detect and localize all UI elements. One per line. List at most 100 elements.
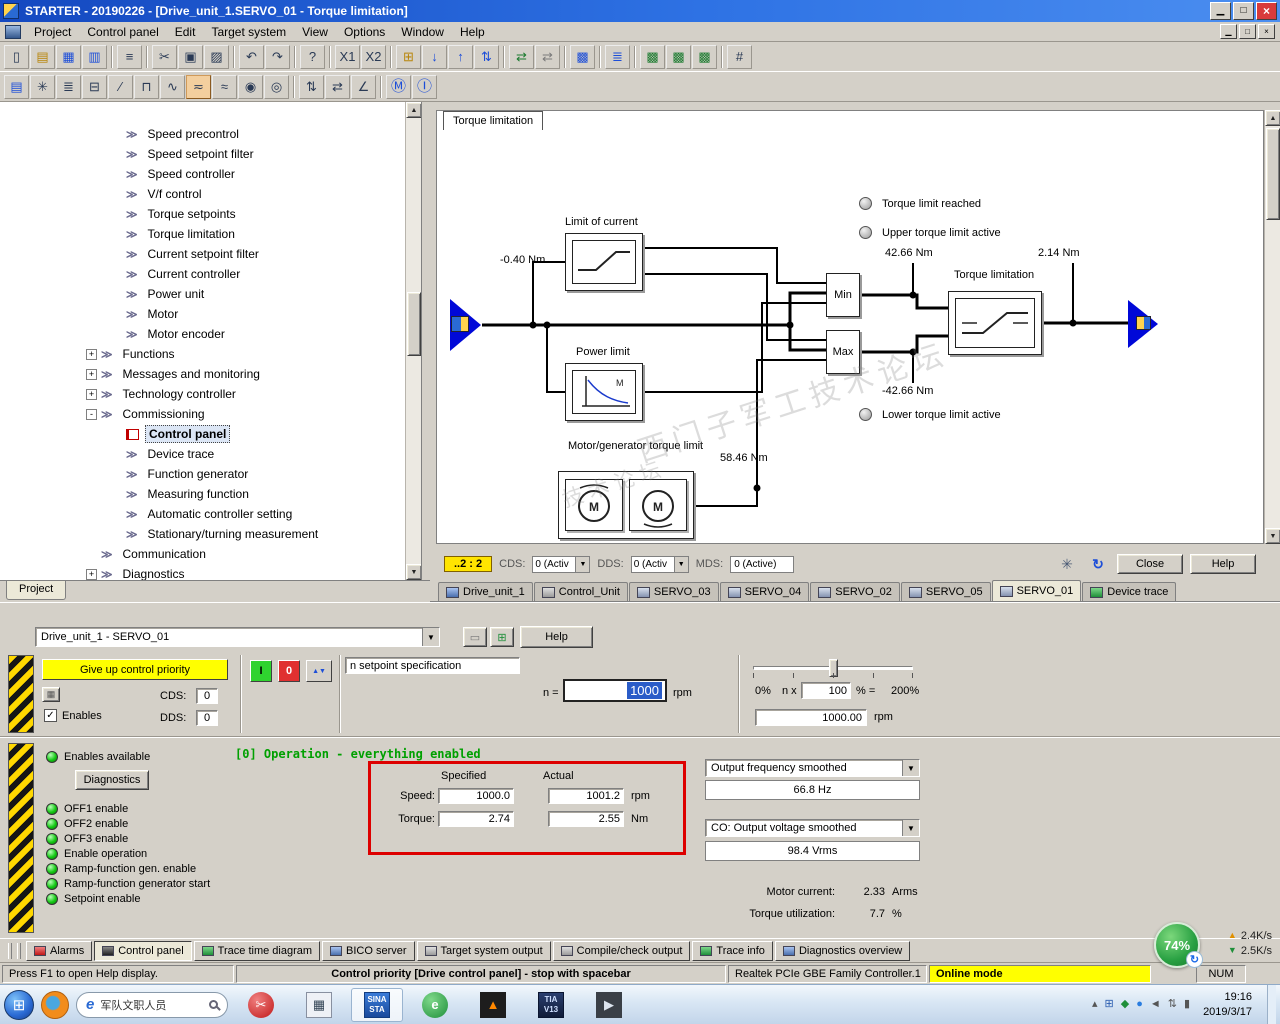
tree-item-power-unit[interactable]: ≫ Power unit bbox=[0, 284, 421, 304]
collapse-icon[interactable]: - bbox=[86, 408, 97, 420]
taskbar-search-box[interactable]: e 军队文职人员 bbox=[76, 991, 228, 1018]
project-tab[interactable]: Project bbox=[6, 581, 67, 600]
taskbar-app-calculator[interactable]: ▦ bbox=[293, 988, 345, 1022]
cut-icon[interactable]: ✂ bbox=[152, 44, 177, 69]
setpoint-specification-field[interactable]: n setpoint specification bbox=[345, 657, 520, 674]
motor-data-icon[interactable]: ◉ bbox=[238, 74, 263, 99]
min-block[interactable]: Min bbox=[826, 273, 860, 317]
dds-select[interactable]: 0 (Activ ▼ bbox=[630, 555, 689, 573]
save-archive-icon[interactable]: ▥ bbox=[82, 44, 107, 69]
ramp-generator-icon[interactable]: ∕ bbox=[108, 74, 133, 99]
save-project-icon[interactable]: ▦ bbox=[56, 44, 81, 69]
tree-scrollbar[interactable]: ▲ ▼ bbox=[405, 102, 421, 580]
diagnostics-tool-icon[interactable]: ∠ bbox=[351, 74, 376, 99]
firefox-icon[interactable] bbox=[41, 990, 69, 1019]
scroll-up-button[interactable]: ▲ bbox=[1265, 110, 1280, 126]
current-controller-icon[interactable]: ≈ bbox=[212, 74, 237, 99]
jog-buttons[interactable]: ▲▼ bbox=[306, 660, 332, 682]
menu-item-target-system[interactable]: Target system bbox=[203, 23, 294, 41]
battery-optimizer-overlay[interactable]: 74% ↻ bbox=[1154, 922, 1203, 968]
copy-ram-to-rom-icon[interactable]: ⇅ bbox=[474, 44, 499, 69]
taskbar-app-cad[interactable]: ▶ bbox=[583, 988, 635, 1022]
menu-item-help[interactable]: Help bbox=[452, 23, 493, 41]
taskbar-app-snipping[interactable]: ✂ bbox=[235, 988, 287, 1022]
view-tab-control-panel[interactable]: Control panel bbox=[94, 940, 192, 961]
tree-item-torque-limitation[interactable]: ≫ Torque limitation bbox=[0, 224, 421, 244]
connect-target-icon[interactable]: ⇄ bbox=[509, 44, 534, 69]
help-screen-button[interactable]: Help bbox=[1190, 554, 1256, 574]
tree-item-motor-encoder[interactable]: ≫ Motor encoder bbox=[0, 324, 421, 344]
view-tab-trace-time-diagram[interactable]: Trace time diagram bbox=[193, 940, 321, 961]
motor-module-icon[interactable]: Ⓜ bbox=[386, 74, 411, 99]
tray-cloud-icon[interactable]: ● bbox=[1136, 999, 1143, 1010]
drive-selector[interactable]: Drive_unit_1 - SERVO_01 ▼ bbox=[35, 627, 440, 647]
tray-sound-icon[interactable]: ◄ bbox=[1150, 999, 1161, 1010]
cds-field[interactable]: 0 bbox=[196, 688, 218, 704]
menu-item-view[interactable]: View bbox=[294, 23, 336, 41]
terminals-icon[interactable]: ⊟ bbox=[82, 74, 107, 99]
taskbar-app-tia-portal[interactable]: TIA V13 bbox=[525, 988, 577, 1022]
tree-item-device-trace[interactable]: ≫ Device trace bbox=[0, 444, 421, 464]
tree-item-messages-and-monitoring[interactable]: + ≫ Messages and monitoring bbox=[0, 364, 421, 384]
torque-limitation-icon[interactable]: ≂ bbox=[186, 74, 211, 99]
power-limit-block[interactable]: M bbox=[565, 363, 643, 421]
zoom-x1-icon[interactable]: X1 bbox=[335, 44, 360, 69]
tree-item-technology-controller[interactable]: + ≫ Technology controller bbox=[0, 384, 421, 404]
tray-network-icon[interactable]: ▮ bbox=[1184, 999, 1190, 1010]
menu-item-options[interactable]: Options bbox=[336, 23, 393, 41]
drive-tab-servo-02[interactable]: SERVO_02 bbox=[810, 582, 900, 601]
open-project-icon[interactable]: ▤ bbox=[30, 44, 55, 69]
taskbar-app-nx[interactable]: ▲ bbox=[467, 988, 519, 1022]
restore-button[interactable]: □ bbox=[1233, 2, 1254, 20]
battery-refresh-icon[interactable]: ↻ bbox=[1186, 951, 1203, 968]
close-screen-button[interactable]: Close bbox=[1117, 554, 1183, 574]
redo-icon[interactable]: ↷ bbox=[265, 44, 290, 69]
output-signal-chip-icon[interactable] bbox=[1136, 316, 1151, 330]
chevron-down-icon[interactable]: ▼ bbox=[422, 628, 439, 646]
taskbar-app-starter[interactable]: SINA STA bbox=[351, 987, 403, 1022]
download-to-target-icon[interactable]: ↓ bbox=[422, 44, 447, 69]
magnifier-icon[interactable] bbox=[209, 1000, 221, 1011]
user-management-icon[interactable]: ≣ bbox=[605, 44, 630, 69]
trace-window-icon[interactable]: ▩ bbox=[640, 44, 665, 69]
expand-icon[interactable]: + bbox=[86, 388, 97, 400]
max-block[interactable]: Max bbox=[826, 330, 860, 374]
setpoint-channel-icon[interactable]: ⊓ bbox=[134, 74, 159, 99]
mdi-restore-button[interactable]: □ bbox=[1239, 24, 1256, 39]
tree-item-diagnostics[interactable]: + ≫ Diagnostics bbox=[0, 564, 421, 580]
scroll-up-button[interactable]: ▲ bbox=[406, 102, 421, 118]
cds-select[interactable]: 0 (Activ ▼ bbox=[532, 555, 591, 573]
input-signal-chip-icon[interactable] bbox=[451, 316, 469, 332]
diagram-scrollbar[interactable]: ▲ ▼ bbox=[1264, 110, 1280, 544]
communication-icon[interactable]: ⇄ bbox=[325, 74, 350, 99]
drive-tab-device-trace[interactable]: Device trace bbox=[1082, 582, 1177, 601]
tree-item-functions[interactable]: + ≫ Functions bbox=[0, 344, 421, 364]
tree-item-speed-precontrol[interactable]: ≫ Speed precontrol bbox=[0, 124, 421, 144]
tree-item-current-setpoint-filter[interactable]: ≫ Current setpoint filter bbox=[0, 244, 421, 264]
show-panel-button[interactable]: ▭ bbox=[463, 627, 487, 647]
start-button[interactable]: ⊞ bbox=[4, 989, 34, 1020]
drive-tab-drive-unit-1[interactable]: Drive_unit_1 bbox=[438, 582, 533, 601]
tray-usb-icon[interactable]: ⇅ bbox=[1168, 999, 1177, 1010]
topology-icon[interactable]: # bbox=[727, 44, 752, 69]
drive-tab-servo-03[interactable]: SERVO_03 bbox=[628, 582, 719, 601]
context-help-icon[interactable]: ? bbox=[300, 44, 325, 69]
drive-tab-servo-04[interactable]: SERVO_04 bbox=[719, 582, 810, 601]
tree-item-torque-setpoints[interactable]: ≫ Torque setpoints bbox=[0, 204, 421, 224]
tab-torque-limitation[interactable]: Torque limitation bbox=[443, 111, 544, 130]
tree-item-motor[interactable]: ≫ Motor bbox=[0, 304, 421, 324]
show-desktop-button[interactable] bbox=[1267, 984, 1276, 1024]
tree-item-measuring-function[interactable]: ≫ Measuring function bbox=[0, 484, 421, 504]
menu-item-window[interactable]: Window bbox=[393, 23, 452, 41]
undo-icon[interactable]: ↶ bbox=[239, 44, 264, 69]
mdi-child-icon[interactable] bbox=[5, 24, 21, 39]
show-outputs-icon[interactable]: ▩ bbox=[570, 44, 595, 69]
refresh-icon[interactable]: ↻ bbox=[1086, 554, 1110, 574]
drive-tab-control-unit[interactable]: Control_Unit bbox=[533, 582, 628, 601]
chevron-down-icon[interactable]: ▼ bbox=[575, 556, 590, 572]
taskbar-clock[interactable]: 19:16 2019/3/17 bbox=[1199, 990, 1260, 1019]
function-generator-window-icon[interactable]: ▩ bbox=[692, 44, 717, 69]
tree-item-current-controller[interactable]: ≫ Current controller bbox=[0, 264, 421, 284]
expand-icon[interactable]: + bbox=[86, 368, 97, 380]
view-tab-bico-server[interactable]: BICO server bbox=[322, 940, 415, 961]
